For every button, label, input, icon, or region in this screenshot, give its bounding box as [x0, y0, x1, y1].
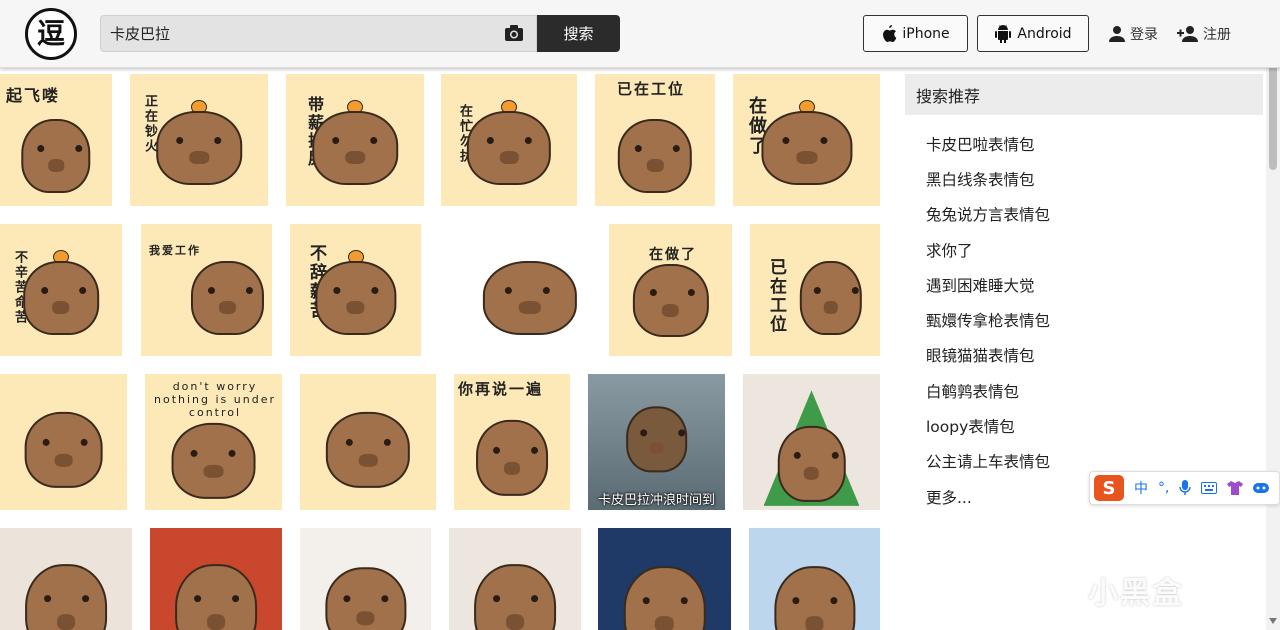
sticker-tile[interactable]: [598, 528, 731, 630]
android-download-button[interactable]: Android: [977, 15, 1089, 52]
sticker-caption: 已在工位: [617, 80, 686, 98]
android-icon: [995, 24, 1012, 43]
keyboard-icon[interactable]: [1201, 482, 1218, 494]
android-label: Android: [1017, 25, 1072, 42]
camera-icon[interactable]: [504, 24, 524, 42]
suggestions-title: 搜索推荐: [905, 74, 1263, 115]
top-header: 逗 搜索 iPhone Android 登录: [0, 0, 1280, 68]
user-icon: [1109, 26, 1125, 42]
suggestion-item[interactable]: 兔兔说方言表情包: [926, 197, 1263, 232]
suggestion-item[interactable]: 甄嬛传拿枪表情包: [926, 302, 1263, 337]
sticker-tile[interactable]: [300, 374, 436, 510]
sticker-caption: 在做了: [649, 247, 697, 263]
search-input[interactable]: [101, 16, 491, 51]
sticker-tile[interactable]: 不辛苦命苦: [0, 224, 122, 356]
sticker-tile[interactable]: 我爱工作: [141, 224, 272, 356]
search-suggestions-panel: 搜索推荐 卡皮巴啦表情包 黑白线条表情包 兔兔说方言表情包 求你了 遇到困难睡大…: [905, 74, 1263, 630]
sticker-tile[interactable]: 在做了: [609, 224, 732, 356]
sticker-caption: don't worry nothing is under control: [154, 380, 276, 419]
suggestion-item[interactable]: 白鹌鹑表情包: [926, 373, 1263, 408]
sticker-tile[interactable]: 你再说一遍: [454, 374, 570, 510]
sticker-tile[interactable]: 在做了: [733, 74, 880, 206]
sticker-tile[interactable]: 不辞薪苦: [290, 224, 421, 356]
suggestions-list: 卡皮巴啦表情包 黑白线条表情包 兔兔说方言表情包 求你了 遇到困难睡大觉 甄嬛传…: [905, 115, 1263, 514]
watermark: 小黑盒: [1088, 568, 1184, 612]
sticker-tile[interactable]: [749, 528, 880, 630]
page-scrollbar[interactable]: [1266, 14, 1280, 630]
sticker-tile[interactable]: [0, 374, 127, 510]
suggestion-item[interactable]: 遇到困难睡大觉: [926, 267, 1263, 302]
watermark-text: 小黑盒: [1088, 576, 1184, 611]
search-box: [100, 15, 537, 52]
suggestion-item[interactable]: loopy表情包: [926, 408, 1263, 443]
sticker-tile[interactable]: 起飞喽: [0, 74, 112, 206]
iphone-label: iPhone: [902, 25, 950, 42]
site-logo[interactable]: 逗: [25, 8, 77, 60]
sticker-tile[interactable]: 已在工位: [595, 74, 715, 206]
sticker-caption: 已在工位: [766, 258, 786, 334]
sticker-caption: 我爱工作: [149, 244, 201, 257]
suggestion-item[interactable]: 黑白线条表情包: [926, 161, 1263, 196]
microphone-icon[interactable]: [1179, 480, 1192, 496]
sticker-caption: 起飞喽: [6, 86, 61, 105]
search-button[interactable]: 搜索: [537, 15, 620, 52]
gamepad-icon[interactable]: [1253, 482, 1270, 494]
logo-glyph-icon: 逗: [36, 17, 65, 50]
login-label: 登录: [1130, 27, 1158, 43]
register-label: 注册: [1203, 27, 1231, 43]
sticker-tile[interactable]: 在忙勿扰: [441, 74, 577, 206]
sticker-tile[interactable]: [449, 528, 581, 630]
ime-toolbar: S 中 °,: [1089, 471, 1280, 505]
ime-logo[interactable]: S: [1094, 475, 1124, 501]
sticker-tile[interactable]: 已在工位: [750, 224, 880, 356]
sticker-tile[interactable]: don't worry nothing is under control: [145, 374, 282, 510]
sticker-tile[interactable]: 正在钞火: [130, 74, 268, 206]
sticker-tile[interactable]: [0, 528, 132, 630]
sticker-caption: 卡皮巴拉冲浪时间到: [597, 493, 715, 508]
skin-shirt-icon[interactable]: [1227, 481, 1244, 495]
ime-language-toggle[interactable]: 中: [1134, 478, 1148, 498]
login-link[interactable]: 登录: [1108, 24, 1158, 44]
iphone-download-button[interactable]: iPhone: [863, 15, 968, 52]
suggestion-item[interactable]: 卡皮巴啦表情包: [926, 126, 1263, 161]
punctuation-icon[interactable]: °,: [1158, 480, 1169, 496]
suggestion-item[interactable]: 眼镜猫猫表情包: [926, 338, 1263, 373]
sticker-tile[interactable]: [743, 374, 880, 510]
apple-icon: [883, 24, 897, 42]
suggestion-item[interactable]: 求你了: [926, 232, 1263, 267]
scroll-down-arrow-icon[interactable]: [1269, 618, 1277, 624]
sticker-tile[interactable]: 带薪拉屎: [286, 74, 424, 206]
sticker-tile[interactable]: [300, 528, 431, 630]
register-link[interactable]: 注册: [1177, 24, 1231, 44]
add-user-icon: [1177, 26, 1198, 42]
sticker-tile[interactable]: [439, 224, 591, 356]
sticker-grid: 起飞喽 正在钞火 带薪拉屎 在忙勿扰 已在工位 在做了 不辛苦命苦 我爱工作 不…: [0, 68, 890, 630]
sticker-tile[interactable]: 卡皮巴拉冲浪时间到: [588, 374, 725, 510]
sticker-tile[interactable]: [150, 528, 282, 630]
sticker-caption: 你再说一遍: [458, 380, 544, 398]
